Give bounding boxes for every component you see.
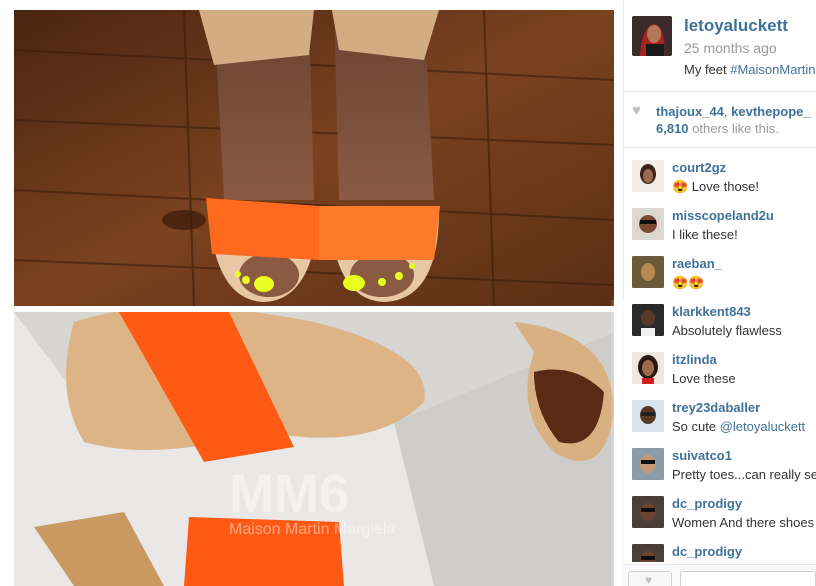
comment-mention[interactable]: @letoyaluckett [720, 419, 805, 434]
comment-item: court2gz 😍 Love those! [624, 150, 816, 198]
commenter-avatar[interactable] [632, 304, 664, 336]
comment-text: Love these [672, 371, 736, 386]
like-button[interactable]: ♥ [628, 571, 672, 586]
commenter-avatar[interactable] [632, 496, 664, 528]
commenter-avatar[interactable] [632, 448, 664, 480]
watermark-logo: MM6 [229, 464, 349, 524]
comment-text: Absolutely flawless [672, 323, 782, 338]
liker-link[interactable]: kevthepope_ [731, 104, 810, 119]
comment-text: Pretty toes...can really see [672, 467, 816, 482]
commenter-username[interactable]: suivatco1 [672, 448, 732, 463]
owner-username[interactable]: letoyaluckett [684, 16, 788, 36]
comment-item: itzlinda Love these [624, 342, 816, 390]
comment-text: So cute @letoyaluckett [672, 419, 805, 434]
photo-feet [14, 10, 614, 306]
likes-count-number[interactable]: 6,810 [656, 121, 689, 136]
commenter-username[interactable]: itzlinda [672, 352, 717, 367]
likers-list: thajoux_44, kevthepope_ [656, 104, 811, 119]
commenter-avatar[interactable] [632, 256, 664, 288]
photo-frame: MM6 Maison Martin Margiela [0, 0, 626, 586]
photo-modal: MM6 Maison Martin Margiela letoyaluckett… [0, 0, 816, 586]
commenter-avatar[interactable] [632, 208, 664, 240]
commenter-username[interactable]: misscopeland2u [672, 208, 774, 223]
comment-text: 😍 Love those! [672, 179, 760, 194]
comment-item: trey23daballer So cute @letoyaluckett [624, 390, 816, 438]
comment-item: dc_prodigy Women And there shoes [624, 486, 816, 534]
commenter-username[interactable]: raeban_ [672, 256, 722, 271]
comment-text: Women And there shoes [672, 515, 815, 530]
comment-text: 😍😍 [672, 275, 705, 290]
likes-count-suffix: others like this. [688, 121, 779, 136]
commenter-username[interactable]: dc_prodigy [672, 496, 742, 511]
comment-body: So cute [672, 419, 720, 434]
comment-list[interactable]: court2gz 😍 Love those! misscopeland2u I … [624, 150, 816, 562]
comment-item: suivatco1 Pretty toes...can really see [624, 438, 816, 486]
caption-hashtag[interactable]: #MaisonMartinMargiela [730, 62, 816, 77]
comment-item: raeban_ 😍😍 [624, 246, 816, 294]
caption-text: My feet [684, 62, 731, 77]
commenter-username[interactable]: klarkkent843 [672, 304, 751, 319]
post-caption: My feet #MaisonMartinMargiela [684, 62, 816, 77]
heart-icon: ♥ [645, 573, 653, 586]
heart-icon: ♥ [632, 102, 641, 119]
post-timestamp[interactable]: 25 months ago [684, 40, 777, 56]
commenter-avatar[interactable] [632, 160, 664, 192]
liker-link[interactable]: thajoux_44 [656, 104, 724, 119]
likes-section: ♥ thajoux_44, kevthepope_ 6,810 others l… [624, 93, 816, 148]
post-header: letoyaluckett 25 months ago My feet #Mai… [624, 0, 816, 92]
comment-item: klarkkent843 Absolutely flawless [624, 294, 816, 342]
commenter-avatar[interactable] [632, 400, 664, 432]
watermark-brand: Maison Martin Margiela [229, 521, 395, 538]
photo-sandals-box: MM6 Maison Martin Margiela [14, 312, 614, 586]
commenter-username[interactable]: trey23daballer [672, 400, 760, 415]
commenter-username[interactable]: dc_prodigy [672, 544, 742, 559]
comment-item: dc_prodigy [624, 534, 816, 562]
side-panel: letoyaluckett 25 months ago My feet #Mai… [624, 0, 816, 586]
commenter-username[interactable]: court2gz [672, 160, 726, 175]
comment-text: I like these! [672, 227, 738, 242]
comment-footer: ♥ [624, 564, 816, 586]
commenter-avatar[interactable] [632, 544, 664, 562]
commenter-avatar[interactable] [632, 352, 664, 384]
likes-count: 6,810 others like this. [656, 121, 779, 136]
owner-avatar[interactable] [632, 16, 672, 56]
comment-item: misscopeland2u I like these! [624, 198, 816, 246]
comment-input[interactable] [680, 571, 816, 586]
